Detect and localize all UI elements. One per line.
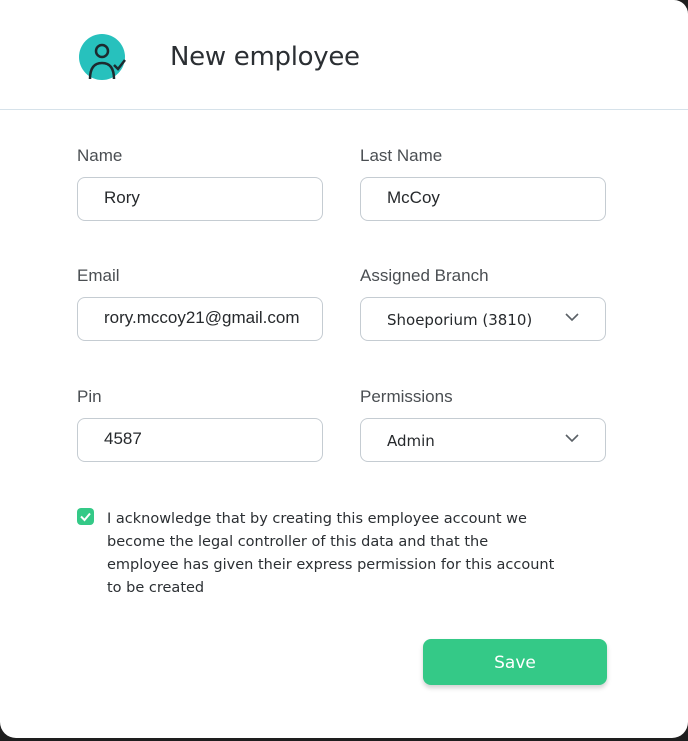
name-value: Rory <box>104 188 140 207</box>
employee-add-icon <box>79 34 126 80</box>
consent-text: I acknowledge that by creating this empl… <box>107 511 555 596</box>
pin-label: Pin <box>77 387 102 406</box>
email-input[interactable]: rory.mccoy21@gmail.com <box>77 297 323 341</box>
email-label: Email <box>77 266 120 285</box>
save-button[interactable]: Save <box>423 639 607 685</box>
last-name-value: McCoy <box>387 188 440 207</box>
email-value: rory.mccoy21@gmail.com <box>104 308 300 327</box>
name-input[interactable]: Rory <box>77 177 323 221</box>
last-name-input[interactable]: McCoy <box>360 177 606 221</box>
dialog-header: New employee <box>0 0 688 110</box>
branch-label: Assigned Branch <box>360 266 489 285</box>
permissions-label: Permissions <box>360 387 453 406</box>
consent-checkbox[interactable] <box>77 508 94 525</box>
pin-value: 4587 <box>104 429 142 448</box>
branch-select[interactable]: Shoeporium (3810) <box>360 297 606 341</box>
name-label: Name <box>77 146 123 165</box>
permissions-value: Admin <box>387 432 435 450</box>
permissions-select[interactable]: Admin <box>360 418 606 462</box>
checkmark-icon <box>80 512 91 522</box>
chevron-down-icon <box>565 313 579 322</box>
last-name-label: Last Name <box>360 146 443 165</box>
dialog-title: New employee <box>170 42 360 72</box>
branch-value: Shoeporium (3810) <box>387 311 533 329</box>
pin-input[interactable]: 4587 <box>77 418 323 462</box>
new-employee-dialog: New employee Name Rory Last Name McCoy E… <box>0 0 688 738</box>
chevron-down-icon <box>565 434 579 443</box>
